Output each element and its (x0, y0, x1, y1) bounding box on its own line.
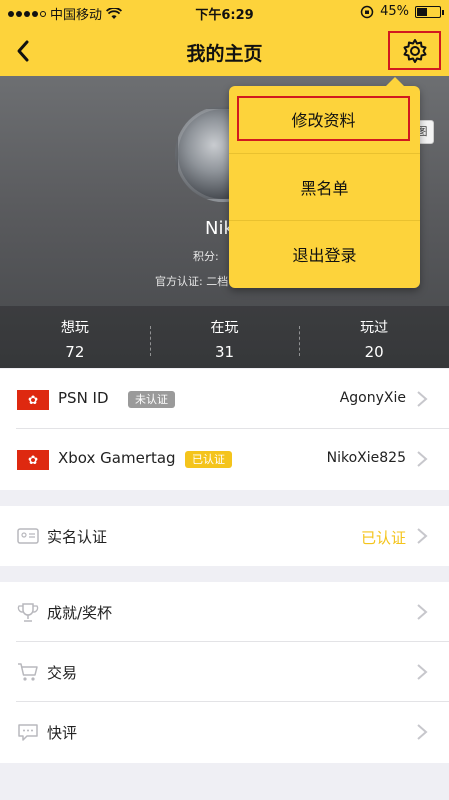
page-title: 我的主页 (186, 43, 263, 65)
row-label: 交易 (47, 664, 78, 682)
status-badge: 已认证 (185, 451, 232, 468)
points-label: 积分: (193, 250, 219, 263)
chevron-right-icon (417, 724, 428, 740)
achievements-row[interactable]: 成就/奖杯 (0, 582, 449, 642)
menu-logout[interactable]: 退出登录 (229, 220, 420, 287)
stat-label: 想玩 (60, 320, 89, 336)
battery-icon (415, 5, 444, 18)
row-value: AgonyXie (339, 390, 406, 406)
settings-dropdown: 修改资料 黑名单 退出登录 (229, 77, 420, 288)
accounts-section: ✿ PSN ID 未认证 AgonyXie ✿ Xbox Gamertag 已认… (0, 369, 449, 490)
row-label: Xbox Gamertag (58, 449, 176, 467)
cart-icon (18, 663, 38, 681)
xbox-row[interactable]: ✿ Xbox Gamertag 已认证 NikoXie825 (0, 429, 449, 489)
rotation-lock-icon (360, 5, 374, 18)
quick-review-row[interactable]: 快评 (0, 702, 449, 762)
status-bar: 中国移动 下午6:29 45% (0, 0, 449, 26)
row-value: NikoXie825 (326, 450, 406, 466)
chevron-right-icon (417, 664, 428, 680)
stat-want-to-play[interactable]: 想玩 72 (0, 306, 150, 368)
row-label: 快评 (47, 724, 78, 742)
row-label: 成就/奖杯 (47, 604, 113, 622)
comment-icon (18, 724, 38, 741)
id-card-icon (17, 528, 39, 544)
settings-button[interactable] (388, 31, 441, 70)
menu-edit-profile[interactable]: 修改资料 (237, 96, 410, 141)
stat-value: 31 (214, 343, 235, 361)
stat-label: 玩过 (360, 320, 389, 336)
chevron-right-icon (417, 604, 428, 620)
stats-bar: 想玩 72 在玩 31 玩过 20 (0, 306, 449, 368)
stat-playing[interactable]: 在玩 31 (149, 306, 300, 368)
hong-kong-flag-icon: ✿ (17, 390, 49, 410)
row-label: 实名认证 (47, 528, 108, 546)
menu-blacklist[interactable]: 黑名单 (229, 153, 420, 220)
navigation-bar: 我的主页 (0, 26, 449, 76)
chevron-right-icon (417, 451, 428, 467)
stat-played[interactable]: 玩过 20 (299, 306, 449, 368)
trophy-icon (17, 603, 39, 622)
status-right: 45% (360, 4, 444, 19)
row-value: 已认证 (360, 529, 406, 547)
chevron-right-icon (417, 391, 428, 407)
chevron-right-icon (417, 528, 428, 544)
trade-row[interactable]: 交易 (0, 642, 449, 702)
hong-kong-flag-icon: ✿ (17, 450, 49, 470)
stat-value: 20 (364, 343, 384, 361)
psn-row[interactable]: ✿ PSN ID 未认证 AgonyXie (0, 369, 449, 429)
menu-section: 成就/奖杯 交易 快评 (0, 582, 449, 763)
real-name-row[interactable]: 实名认证 已认证 (0, 506, 449, 566)
stat-label: 在玩 (210, 320, 239, 336)
verification-section: 实名认证 已认证 (0, 506, 449, 566)
stat-value: 72 (65, 343, 85, 361)
row-label: PSN ID (58, 389, 109, 407)
status-badge: 未认证 (128, 391, 175, 408)
official-cert-label: 官方认证: 二档 (155, 275, 229, 288)
battery-percent: 45% (380, 4, 409, 19)
gear-icon (403, 38, 426, 63)
